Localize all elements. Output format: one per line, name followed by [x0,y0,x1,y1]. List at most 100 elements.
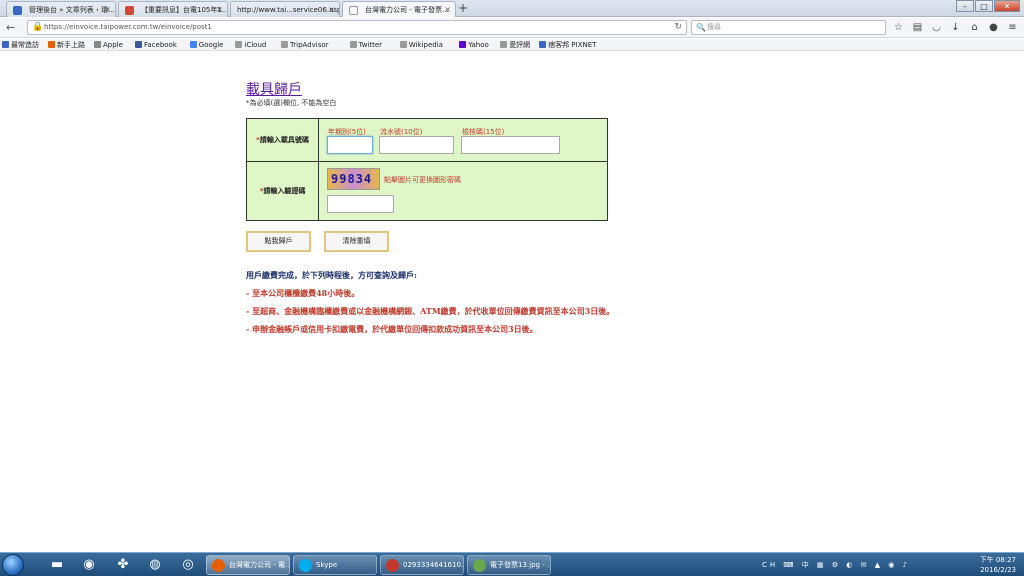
bookmark-item[interactable]: Google [189,39,223,51]
check-code-input[interactable] [461,136,560,154]
taskbar-task-skype[interactable]: Skype [293,555,377,575]
carrier-number-label: * 請輸入載具號碼 [247,119,319,161]
bookmark-item[interactable]: Twitter [349,39,382,51]
captcha-refresh-note: 點擊圖片可更換圖形密碼 [384,176,461,184]
bookmark-item[interactable]: TripAdvisor [281,39,329,51]
tab-admin[interactable]: 管理後台 » 文章列表 ‹ 環... × [6,1,116,17]
system-tray[interactable]: CH ⌨ 中 ▦ ⚙ ◐ ✉ ▲ ◉ ♪ [762,553,910,577]
search-icon: 🔍 [696,23,706,32]
bookmark-label: 愛評網 [509,41,531,49]
bookmark-label: 痞客邦 PIXNET [548,41,597,49]
taskbar-task-image-viewer[interactable]: 電子發票13.jpg - ... [467,555,551,575]
bookmark-item[interactable]: 痞客邦 PIXNET [539,39,596,51]
task-label: Skype [316,561,338,569]
taskbar-task-firefox[interactable]: 台灣電力公司 - 電... [206,555,290,575]
notes-heading: 用戶繳費完成，於下列時程後，方可查詢及歸戶: [246,270,417,280]
bookmark-icon [189,41,197,48]
clipboard-icon[interactable]: ▤ [910,20,925,35]
back-button[interactable]: ← [6,21,15,35]
bookmark-item[interactable]: Facebook [135,39,177,51]
clock-time: 下午 08:27 [979,556,1016,564]
media-player-icon[interactable]: ◉ [74,555,104,575]
close-icon[interactable]: × [104,2,111,17]
close-window-button[interactable]: ✕ [994,0,1020,12]
home-icon[interactable]: ⌂ [967,20,982,35]
pdf-icon [386,559,399,572]
bookmark-label: TripAdvisor [290,41,329,49]
file-explorer-icon[interactable]: ▬ [42,555,72,575]
task-label: 台灣電力公司 - 電... [229,561,290,569]
start-button[interactable] [2,554,24,576]
bookmark-item[interactable]: iCloud [235,39,266,51]
clock[interactable]: 下午 08:27 2016/2/23 [980,555,1016,575]
tab-label: 台灣電力公司 - 電子發票... [365,6,449,14]
windows-taskbar: ▬ ◉ ✤ ◍ ◎ 台灣電力公司 - 電... Skype 0293334641… [0,552,1024,576]
network-icon[interactable]: ✤ [108,555,138,575]
bookmark-item[interactable]: Apple [94,39,123,51]
tab-label: http://www.tai...service06.aspx [237,6,340,14]
lock-icon: 🔒 [32,22,44,32]
tab-gmail[interactable]: 【重要訊息】台電105年1... × [118,1,228,17]
minimize-button[interactable]: – [956,0,974,12]
bookmark-star-icon[interactable]: ☆ [891,20,906,35]
tab-label: 管理後台 » 文章列表 ‹ 環... [29,6,115,14]
note-item: - 申辦金融帳戶或信用卡扣繳電費，於代繳單位回傳扣款成功資訊至本公司3日後。 [246,324,538,334]
captcha-fields: 99834 點擊圖片可更換圖形密碼 [320,162,607,220]
submit-button[interactable]: 點我歸戶 [246,231,311,252]
bookmark-label: Facebook [144,41,177,49]
close-icon[interactable]: × [216,2,223,17]
required-note: *為必填(選)欄位, 不能為空白 [246,99,337,107]
task-label: 0293334641610... [403,561,464,569]
bookmark-label: 最常造訪 [11,41,39,49]
bookmark-icon [281,41,288,48]
bookmark-icon [459,41,467,48]
close-icon[interactable]: × [444,2,451,17]
bookmark-label: iCloud [244,41,267,49]
tab-favicon-icon [13,6,22,15]
task-label: 電子發票13.jpg - ... [490,561,551,569]
bookmark-icon [235,41,243,48]
maximize-button[interactable]: □ [975,0,993,12]
bookmark-item[interactable]: 愛評網 [500,39,530,51]
reload-icon[interactable]: ↻ [674,21,682,34]
captcha-label: * 請輸入驗證碼 [247,162,319,220]
reset-button[interactable]: 清除重填 [324,231,389,252]
captcha-input[interactable] [327,195,394,213]
bookmark-item[interactable]: 新手上路 [48,39,85,51]
download-icon[interactable]: ↓ [948,20,963,35]
carrier-number-row: * 請輸入載具號碼 年期別(5位) 流水號(10位) 檢核碼(15位) [247,119,607,162]
carrier-form: * 請輸入載具號碼 年期別(5位) 流水號(10位) 檢核碼(15位) * 請輸入驗… [246,118,608,221]
tab-label: 【重要訊息】台電105年1... [141,6,228,14]
chat-icon[interactable]: ● [986,20,1001,35]
bookmark-icon [48,41,55,48]
bookmark-label: Yahoo [468,41,489,49]
search-input[interactable]: 🔍 搜尋 [691,20,886,35]
url-bar[interactable]: 🔒 https://einvoice.taipower.com.tw/einvo… [27,20,687,35]
bookmark-icon [94,41,101,48]
page-title[interactable]: 載具歸戶 [246,79,302,99]
bookmark-icon [2,41,9,48]
carrier-number-label-text: 請輸入載具號碼 [259,136,309,144]
gmail-icon [125,6,134,15]
bookmark-item[interactable]: Yahoo [459,39,489,51]
firefox-icon [212,559,225,572]
bookmark-item[interactable]: Wikipedia [399,39,443,51]
note-item: - 至本公司櫃檯繳費48小時後。 [246,288,360,298]
pocket-icon[interactable]: ◡ [929,20,944,35]
bookmark-label: Apple [103,41,123,49]
chrome-icon[interactable]: ◎ [173,555,203,575]
carrier-number-fields: 年期別(5位) 流水號(10位) 檢核碼(15位) [320,119,607,161]
serial-number-input[interactable] [379,136,454,154]
menu-icon[interactable]: ≡ [1005,20,1020,35]
bookmark-item[interactable]: 最常造訪 [2,39,39,51]
bookmarks-toolbar: 最常造訪 新手上路 Apple Facebook Google iCloud TripAdv… [0,39,1024,51]
tab-taipower-einvoice[interactable]: 台灣電力公司 - 電子發票... × [342,1,456,17]
year-period-input[interactable] [327,136,373,154]
tab-taipower-service[interactable]: http://www.tai...service06.aspx × [230,1,340,17]
close-icon[interactable]: × [328,2,335,17]
image-viewer-icon [473,559,486,572]
new-tab-button[interactable]: + [458,0,468,16]
captcha-image[interactable]: 99834 [327,168,380,190]
taskbar-task-pdf[interactable]: 0293334641610... [380,555,464,575]
app-icon[interactable]: ◍ [140,555,170,575]
